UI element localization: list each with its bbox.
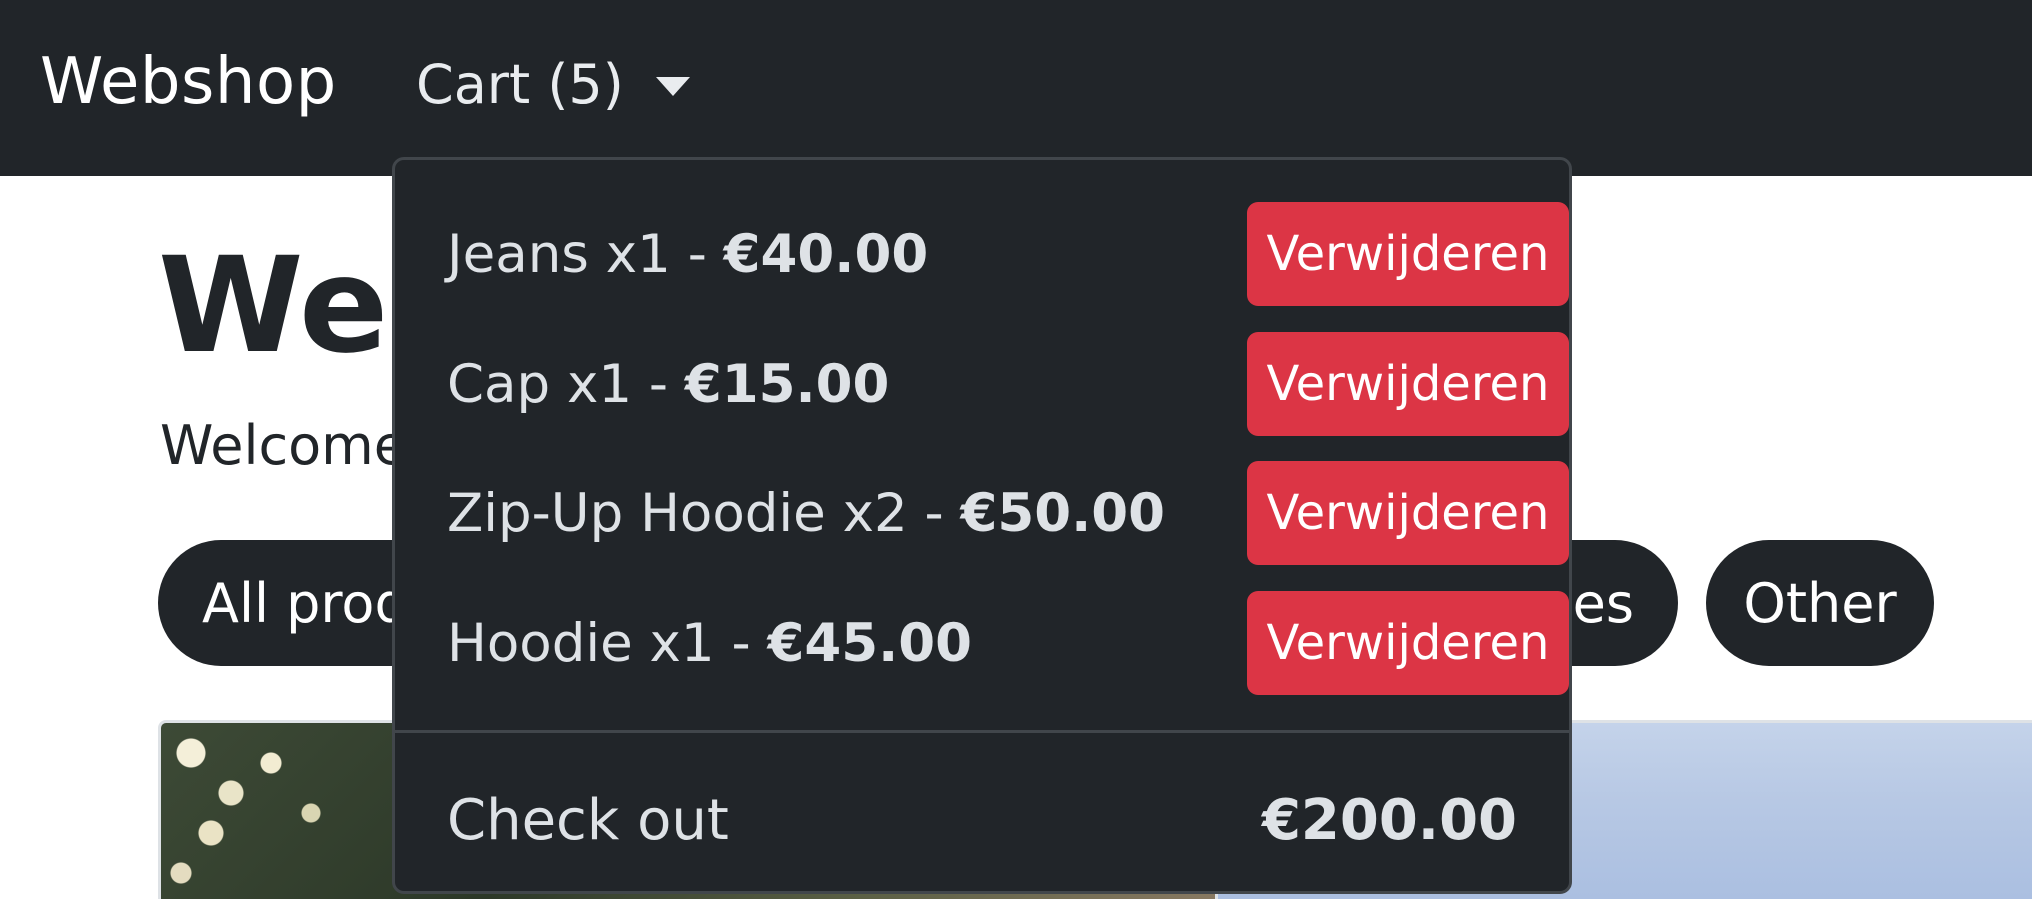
cart-item: Zip-Up Hoodie x2 - €50.00 Verwijderen [447,461,1569,565]
cart-item: Jeans x1 - €40.00 Verwijderen [447,202,1569,306]
cart-total: €200.00 [1261,787,1517,853]
cart-item-name: Cap x1 - [447,353,685,415]
cart-item-price: €15.00 [684,353,890,415]
checkout-link[interactable]: Check out €200.00 [447,770,1517,870]
remove-item-button[interactable]: Verwijderen [1247,461,1569,565]
cart-label: Cart (5) [416,52,624,116]
category-other-label: Other [1743,571,1897,635]
checkout-label: Check out [447,787,729,853]
cart-item-name: Hoodie x1 - [447,612,768,674]
cart-item-price: €50.00 [960,482,1166,544]
cart-item: Cap x1 - €15.00 Verwijderen [447,332,1569,436]
cart-item-name: Jeans x1 - [447,223,724,285]
brand-link[interactable]: Webshop [40,42,337,122]
remove-item-button[interactable]: Verwijderen [1247,591,1569,695]
cart-item-name: Zip-Up Hoodie x2 - [447,482,961,544]
welcome-text: Welcome [160,414,408,477]
remove-item-button[interactable]: Verwijderen [1247,202,1569,306]
dropdown-divider [395,730,1569,733]
remove-item-button[interactable]: Verwijderen [1247,332,1569,436]
navbar: Webshop Cart (5) [0,0,2032,176]
category-other-button[interactable]: Other [1706,540,1934,666]
cart-item: Hoodie x1 - €45.00 Verwijderen [447,591,1569,695]
cart-item-price: €45.00 [767,612,972,674]
caret-down-icon [655,76,690,96]
cart-item-price: €40.00 [723,223,929,285]
cart-dropdown-menu: Jeans x1 - €40.00 Verwijderen Cap x1 - €… [392,157,1572,894]
cart-dropdown-toggle[interactable]: Cart (5) [416,44,690,124]
category-all-products-label: All prod [202,571,409,635]
